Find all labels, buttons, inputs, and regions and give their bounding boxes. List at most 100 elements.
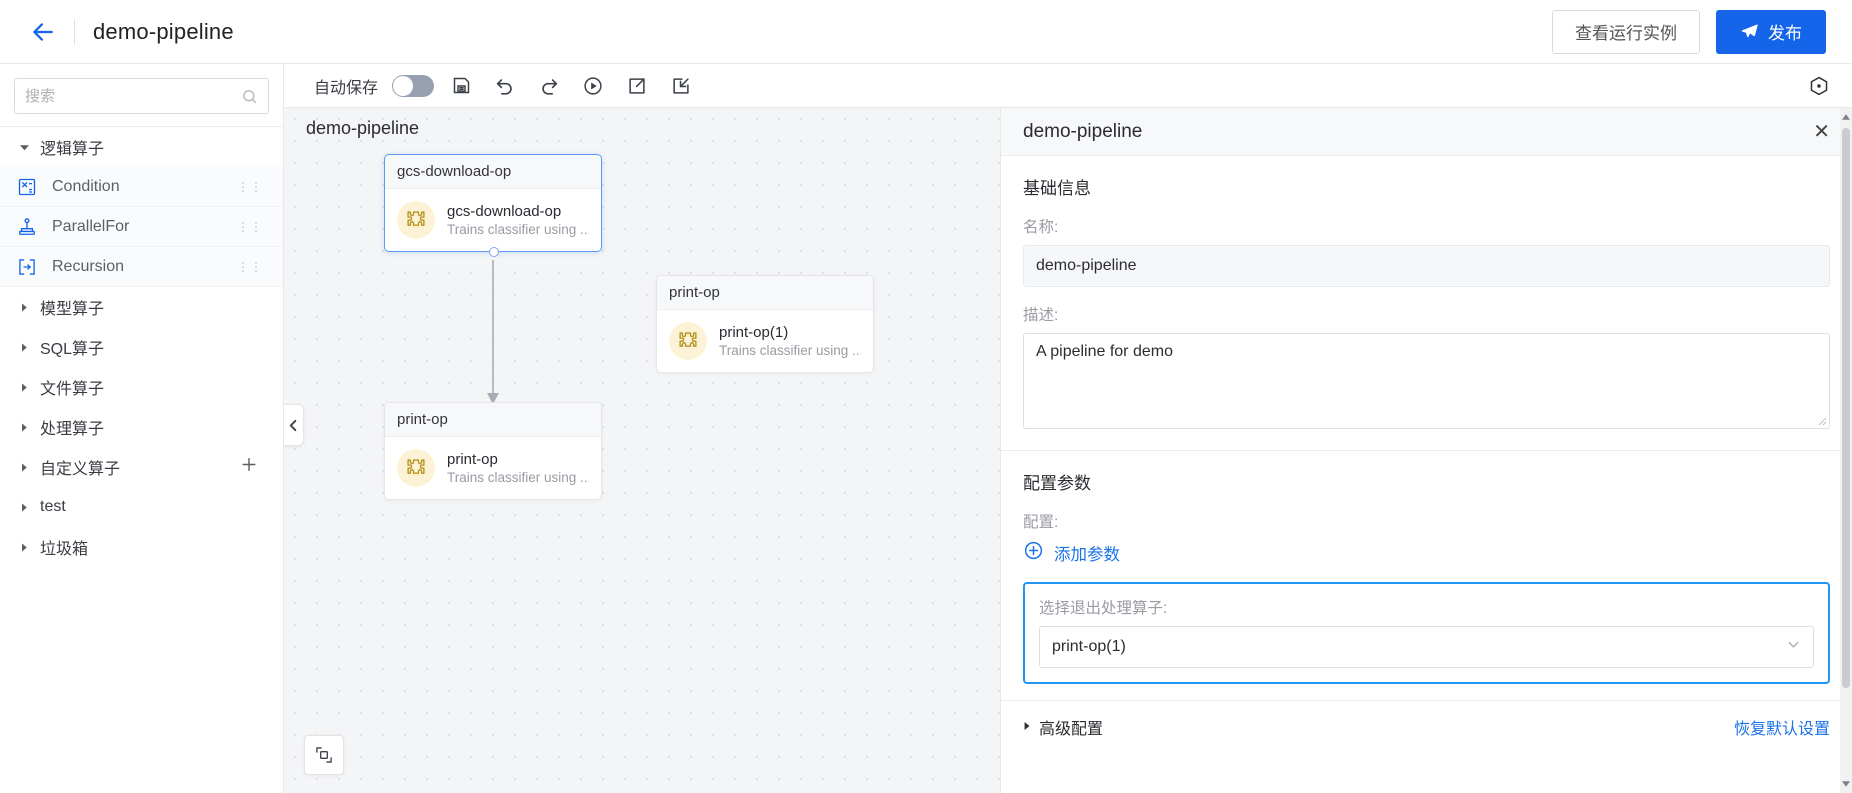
send-icon [1741,24,1758,38]
node-output-port[interactable] [489,247,499,257]
sidebar-group-test[interactable]: test [0,487,283,527]
caret-down-icon [16,143,32,152]
node-body: gcs-download-op Trains classifier using … [385,189,601,251]
autosave-label: 自动保存 [314,79,379,97]
pipeline-editor-page: demo-pipeline 查看运行实例 发布 搜索 逻辑算子 Conditio… [0,0,1852,793]
node-description: Trains classifier using ... [447,221,589,237]
publish-button[interactable]: 发布 [1716,9,1826,54]
sidebar-group-logic[interactable]: 逻辑算子 [0,127,283,167]
node-body: print-op(1) Trains classifier using ... [657,310,873,372]
save-button[interactable] [444,69,478,103]
chevron-left-icon [289,419,297,431]
sidebar-item-recursion[interactable]: Recursion ⋮⋮ [0,247,283,287]
page-title: demo-pipeline [93,18,234,44]
drag-handle[interactable]: ⋮⋮ [237,261,263,273]
sidebar-group-label: test [40,498,66,515]
sidebar-group-model[interactable]: 模型算子 [0,287,283,327]
puzzle-icon [397,449,435,487]
name-input[interactable] [1023,245,1830,287]
operator-tree: 逻辑算子 Condition ⋮⋮ ParallelFor ⋮⋮ Recursi… [0,126,283,567]
sidebar-group-label: 自定义算子 [40,461,121,478]
import-button[interactable] [664,69,698,103]
node-header: gcs-download-op [385,155,601,189]
config-params-title: 配置参数 [1023,474,1091,493]
close-icon[interactable]: ✕ [1813,122,1830,142]
node-header: print-op [657,276,873,310]
plus-circle-icon [1023,540,1044,566]
name-field-label: 名称: [1023,219,1059,236]
node-texts: print-op(1) Trains classifier using ... [719,323,861,360]
sidebar-group-label: 处理算子 [40,421,105,438]
panel-scrollbar[interactable] [1840,108,1852,793]
header-divider [74,18,75,45]
caret-right-icon [16,303,32,312]
advanced-config-label: 高级配置 [1039,721,1104,738]
arrow-left-icon [33,22,53,41]
target-icon[interactable] [1802,69,1836,103]
config-params-section: 配置参数 配置: 添加参数 选择退出处理算子: print-op(1) [1001,451,1852,701]
advanced-config-toggle[interactable]: 高级配置 [1023,715,1103,739]
sidebar-group-trash[interactable]: 垃圾箱 [0,527,283,567]
scroll-down-icon[interactable] [1840,777,1852,791]
view-runs-button[interactable]: 查看运行实例 [1552,9,1700,54]
top-bar: demo-pipeline 查看运行实例 发布 [0,0,1852,64]
scroll-up-icon[interactable] [1840,110,1852,124]
back-button[interactable] [28,17,58,47]
node-print-op[interactable]: print-op print-op Trains classifier usin… [384,402,602,500]
exit-handler-select[interactable]: print-op(1) [1039,626,1814,668]
reset-defaults-link[interactable]: 恢复默认设置 [1734,715,1830,739]
node-name: print-op [447,450,498,468]
basic-info-section: 基础信息 名称: 描述: [1001,156,1852,451]
search-icon [241,88,268,105]
add-custom-operator-icon[interactable] [239,455,259,480]
description-wrap [1023,333,1830,434]
top-bar-actions: 查看运行实例 发布 [1552,9,1826,54]
sidebar-group-process[interactable]: 处理算子 [0,407,283,447]
sidebar-group-file[interactable]: 文件算子 [0,367,283,407]
condition-icon [16,176,38,198]
sidebar-search-wrap [0,64,283,126]
sidebar-item-parallelfor[interactable]: ParallelFor ⋮⋮ [0,207,283,247]
redo-button[interactable] [532,69,566,103]
exit-handler-value: print-op(1) [1052,638,1126,655]
description-textarea[interactable] [1023,333,1830,429]
sidebar-item-label: Condition [52,177,120,195]
node-gcs-download-op[interactable]: gcs-download-op gcs-download-op Trains c… [384,154,602,257]
sidebar-group-label: 模型算子 [40,301,105,318]
parallel-for-icon [16,216,38,238]
export-button[interactable] [620,69,654,103]
fit-view-button[interactable] [304,735,344,775]
properties-panel: demo-pipeline ✕ 基础信息 名称: 描述: 配置参数 配置: [1000,108,1852,793]
add-param-label: 添加参数 [1054,546,1120,564]
caret-right-icon [16,463,32,472]
node-print-op-1[interactable]: print-op print-op(1) Trains classifier u… [656,275,874,373]
node-body: print-op Trains classifier using ... [385,437,601,499]
sidebar-group-label: 垃圾箱 [40,541,89,558]
autosave-toggle[interactable] [392,74,435,97]
sidebar-group-custom[interactable]: 自定义算子 [0,447,283,487]
sidebar-group-sql[interactable]: SQL算子 [0,327,283,367]
recursion-icon [16,256,38,278]
exit-handler-label: 选择退出处理算子: [1039,600,1168,617]
puzzle-icon [669,322,707,360]
drag-handle[interactable]: ⋮⋮ [237,221,263,233]
caret-right-icon [16,503,32,512]
node-texts: gcs-download-op Trains classifier using … [447,202,589,239]
scrollbar-thumb[interactable] [1842,128,1850,688]
search-box[interactable] [14,78,269,114]
fit-view-icon [316,747,332,763]
search-input[interactable] [15,79,241,113]
caret-right-icon [16,343,32,352]
run-button[interactable] [576,69,610,103]
node-header: print-op [385,403,601,437]
toggle-knob [393,75,414,96]
panel-footer: 高级配置 恢复默认设置 [1001,701,1852,753]
undo-button[interactable] [488,69,522,103]
sidebar-collapse-handle[interactable] [284,404,304,446]
drag-handle[interactable]: ⋮⋮ [237,181,263,193]
config-field-label: 配置: [1023,514,1059,531]
panel-title: demo-pipeline [1023,120,1143,142]
add-param-button[interactable]: 添加参数 [1023,540,1830,566]
exit-handler-group: 选择退出处理算子: print-op(1) [1023,582,1830,684]
sidebar-item-condition[interactable]: Condition ⋮⋮ [0,167,283,207]
